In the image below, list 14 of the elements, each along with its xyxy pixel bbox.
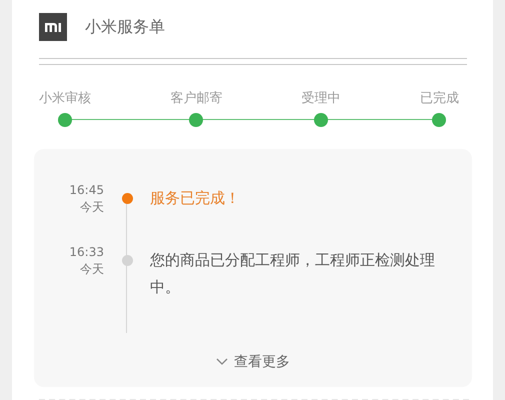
entry-time: 16:33 — [69, 244, 104, 261]
entry-text: 您的商品已分配工程师，工程师正检测处理中。 — [150, 250, 436, 298]
chevron-down-icon — [216, 358, 228, 366]
entry-day: 今天 — [80, 199, 104, 216]
step-label: 客户邮寄 — [170, 90, 222, 107]
step-label: 已完成 — [420, 90, 459, 107]
entry-time: 16:45 — [69, 182, 104, 199]
entry-text: 服务已完成！ — [150, 188, 241, 209]
logo-icon — [39, 13, 67, 41]
step-label: 受理中 — [302, 90, 341, 107]
entry-day: 今天 — [80, 261, 104, 278]
page-title: 小米服务单 — [85, 16, 165, 38]
see-more-link[interactable]: 查看更多 — [173, 353, 333, 371]
step-label: 小米审核 — [39, 90, 91, 107]
